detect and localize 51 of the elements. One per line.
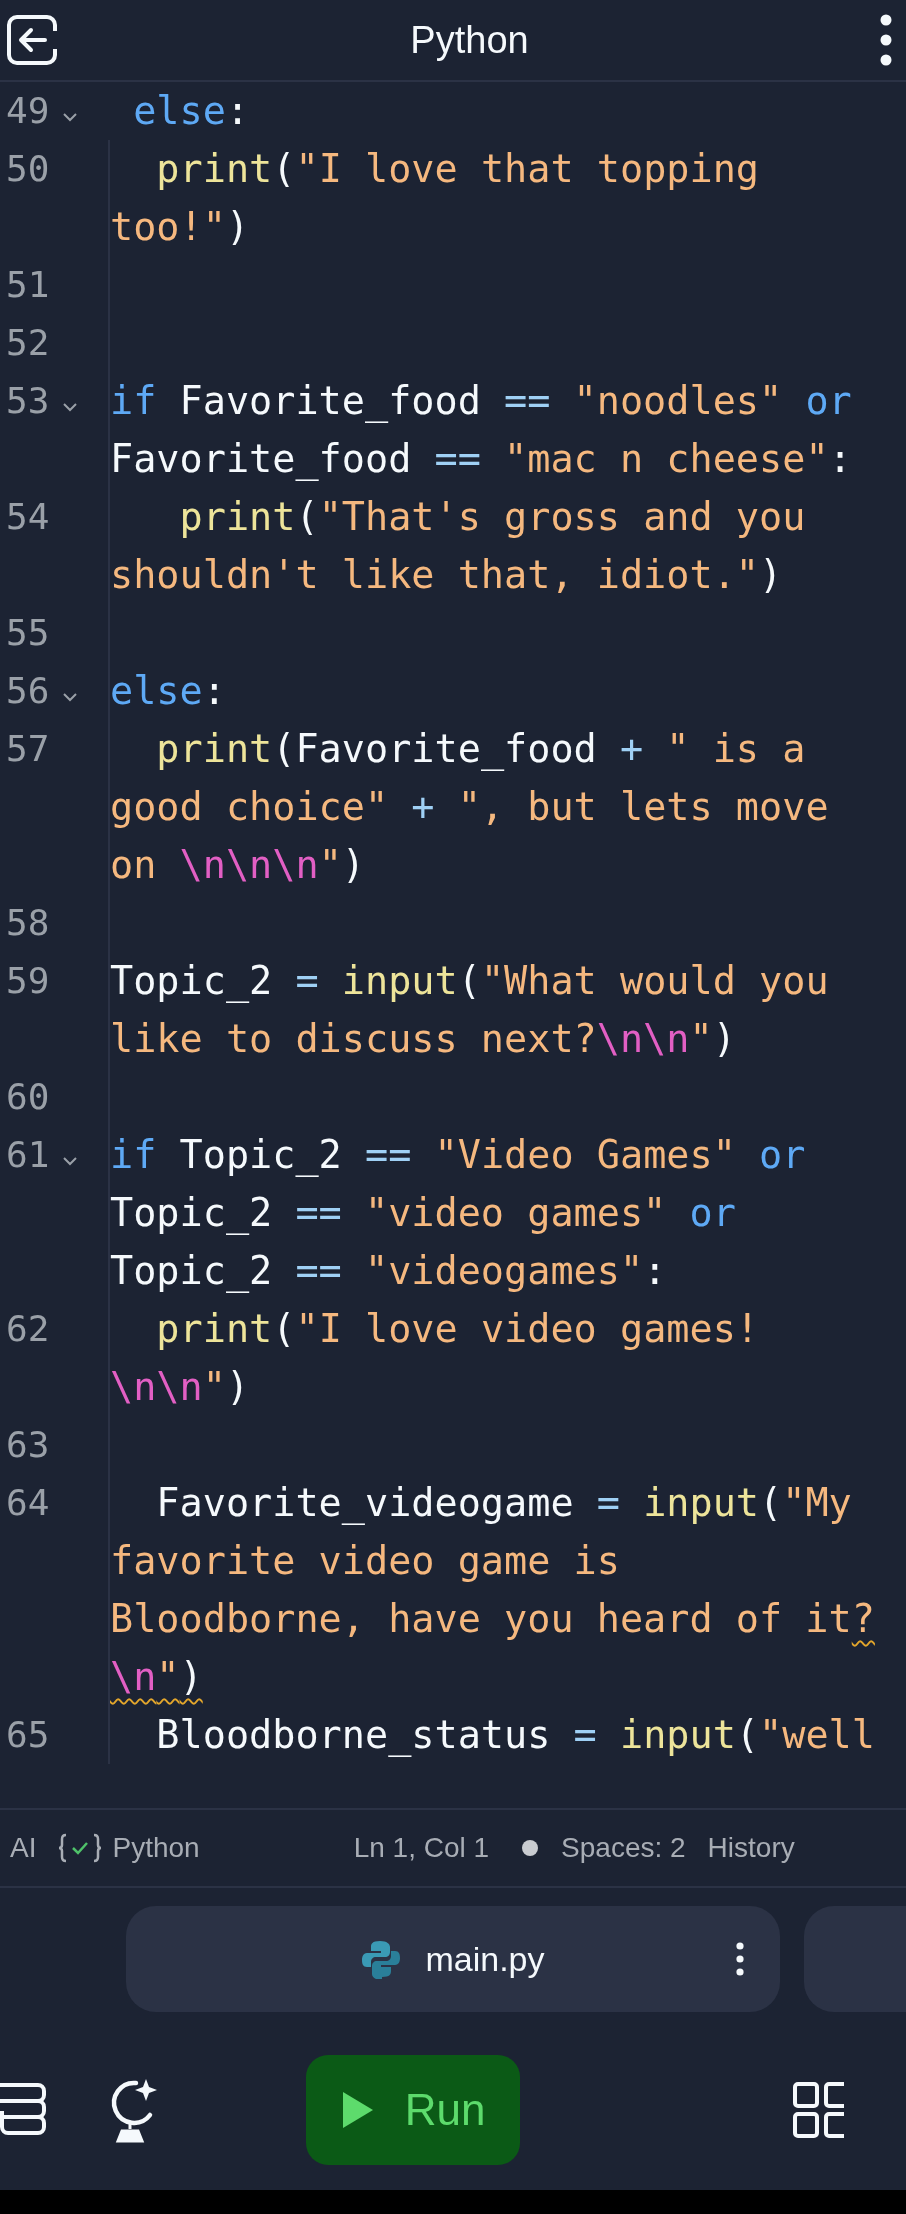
line-number: 49 xyxy=(5,89,51,133)
exit-icon xyxy=(5,13,59,67)
fold-chevron-icon[interactable] xyxy=(62,112,78,122)
line-number: 60 xyxy=(5,1075,51,1119)
file-tab[interactable]: main.py xyxy=(126,1906,780,2012)
line-number: 57 xyxy=(5,727,51,771)
run-button[interactable]: Run xyxy=(306,2055,520,2165)
python-logo-icon xyxy=(361,1939,402,1979)
code-line: else: xyxy=(132,87,251,135)
grid-icon[interactable] xyxy=(792,2081,844,2139)
ai-label[interactable]: AI xyxy=(10,1832,37,1864)
code-line: Favorite_videogame = input("My favorite video game is Bloodborne, have you heard of it? \n") xyxy=(108,1474,890,1706)
line-number: 55 xyxy=(5,611,51,655)
cursor-position[interactable]: Ln 1, Col 1 xyxy=(353,1832,490,1864)
play-icon xyxy=(340,2090,375,2130)
line-number: 65 xyxy=(5,1713,51,1757)
line-number: 52 xyxy=(5,321,51,365)
dot-icon xyxy=(521,1839,540,1857)
history-button[interactable]: History xyxy=(707,1832,795,1864)
kebab-menu-icon xyxy=(736,1942,744,1976)
line-number: 63 xyxy=(5,1423,51,1467)
more-options-button[interactable] xyxy=(880,14,892,66)
kebab-menu-icon xyxy=(880,14,892,66)
line-number: 53 xyxy=(5,379,51,423)
fold-chevron-icon[interactable] xyxy=(62,692,78,702)
indent-setting[interactable]: Spaces: 2 xyxy=(561,1832,686,1864)
code-line: else: xyxy=(108,662,890,720)
fold-chevron-icon[interactable] xyxy=(62,402,78,412)
code-line: Topic_2 = input("What would you like to discuss next?\n\n") xyxy=(108,952,890,1068)
line-number: 50 xyxy=(5,147,51,191)
line-number: 59 xyxy=(5,959,51,1003)
line-number: 58 xyxy=(5,901,51,945)
code-line: Bloodborne_status = input("well xyxy=(108,1706,890,1764)
line-number: 56 xyxy=(5,669,51,713)
line-number: 62 xyxy=(5,1307,51,1351)
fold-chevron-icon[interactable] xyxy=(62,1156,78,1166)
code-line: if Favorite_food == "noodles" or Favorite_food == "mac n cheese": xyxy=(108,372,890,488)
window-title: Python xyxy=(410,18,529,62)
code-line: print("I love video games! \n\n") xyxy=(108,1300,890,1416)
language-label[interactable]: Python xyxy=(112,1832,200,1864)
line-number: 64 xyxy=(5,1481,51,1525)
code-line: print(Favorite_food + " is a good choice" + ", but lets move on \n\n\n") xyxy=(108,720,890,894)
line-number: 61 xyxy=(5,1133,51,1177)
code-line: if Topic_2 == "Video Games" or Topic_2 == "video games" or Topic_2 == "videogames": xyxy=(108,1126,890,1300)
code-line: print("I love that topping too!") xyxy=(108,140,890,256)
tab-menu-button[interactable] xyxy=(736,1942,744,1976)
braces-check-icon xyxy=(58,1833,103,1863)
line-number: 51 xyxy=(5,263,51,307)
exit-button[interactable] xyxy=(5,13,59,67)
line-number: 54 xyxy=(5,495,51,539)
code-line: print("That's gross and you shouldn't like that, idiot.") xyxy=(108,488,890,604)
